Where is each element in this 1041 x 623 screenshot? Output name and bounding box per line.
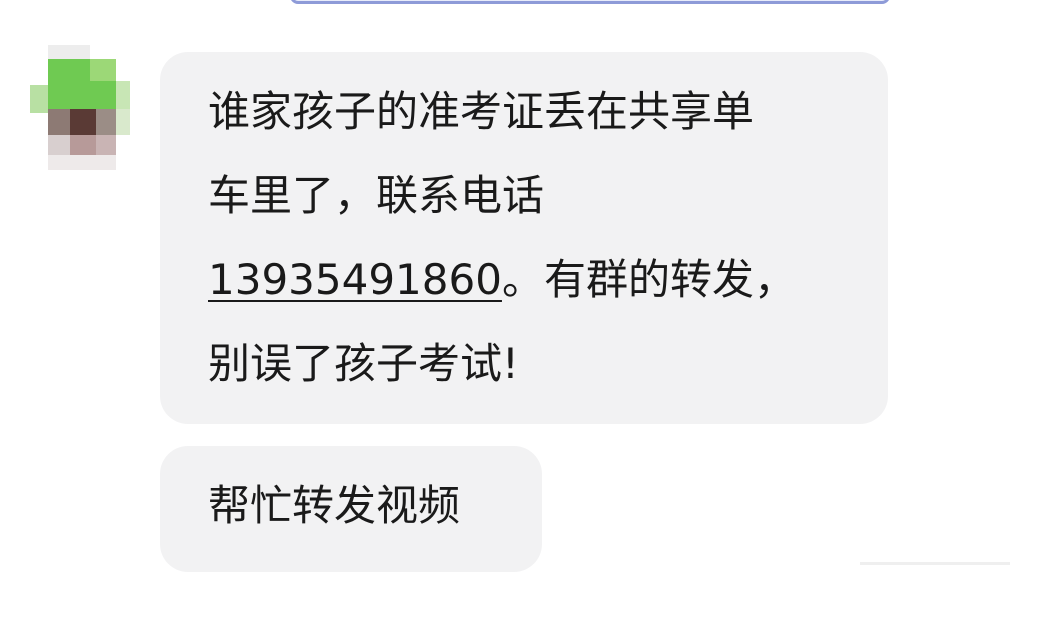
message-text-line: 别误了孩子考试! bbox=[208, 339, 519, 388]
watermark-mark bbox=[860, 562, 1010, 565]
message-bubble[interactable]: 帮忙转发视频 bbox=[160, 446, 542, 572]
message-text: 帮忙转发视频 bbox=[208, 481, 461, 530]
message-text-fragment: 。有群的转发， bbox=[501, 255, 796, 304]
message-text-line: 13935491860。有群的转发， bbox=[208, 250, 848, 310]
message-text-line: 车里了，联系电话 bbox=[208, 171, 545, 220]
message-bubble[interactable]: 谁家孩子的准考证丢在共享单 车里了，联系电话 13935491860。有群的转发… bbox=[160, 52, 888, 424]
message-text-line: 谁家孩子的准考证丢在共享单 bbox=[208, 87, 755, 136]
top-bar-fragment bbox=[290, 0, 890, 4]
avatar[interactable] bbox=[30, 45, 130, 170]
phone-number-link[interactable]: 13935491860 bbox=[208, 255, 502, 304]
